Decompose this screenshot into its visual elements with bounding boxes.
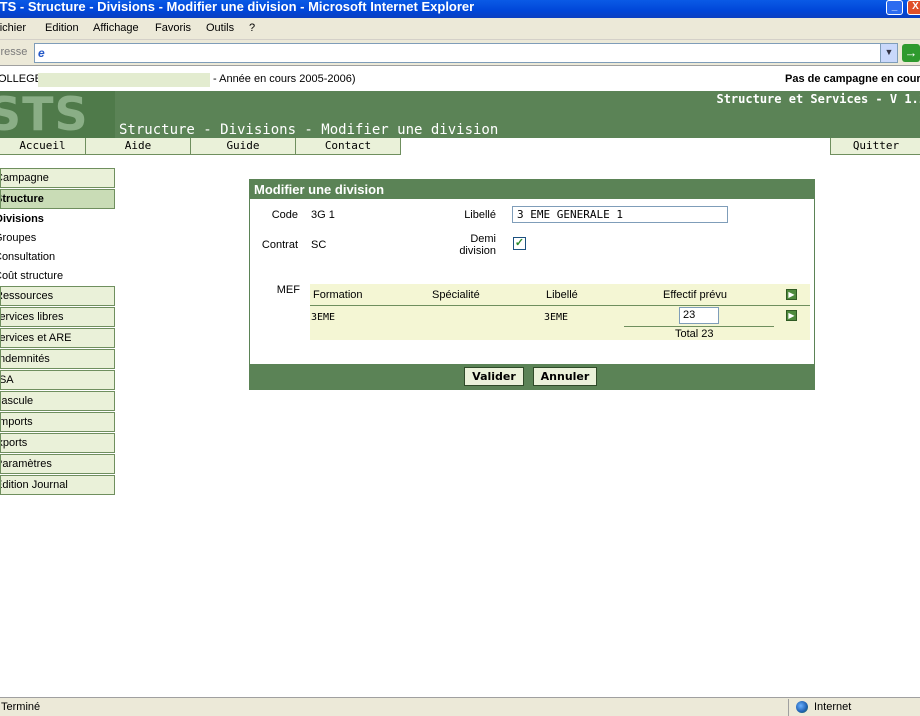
- zone-label: Internet: [814, 701, 852, 713]
- close-button[interactable]: X: [907, 0, 920, 15]
- menu-services-libres[interactable]: Services libres: [0, 307, 115, 327]
- go-arrow-icon[interactable]: →: [902, 44, 920, 62]
- menu-fichier[interactable]: Fichier: [0, 22, 26, 34]
- annuler-button[interactable]: Annuler: [533, 367, 597, 386]
- security-zone: Internet: [788, 699, 920, 716]
- nav-contact[interactable]: Contact: [295, 138, 401, 155]
- row-formation: 3EME: [311, 312, 336, 323]
- demi-label-2: division: [459, 245, 496, 257]
- status-bar: Terminé Internet: [0, 697, 920, 716]
- total-effectif: Total 23: [675, 328, 714, 340]
- menu-indemnites[interactable]: Indemnités: [0, 349, 115, 369]
- submenu-cout-structure[interactable]: Coût structure: [0, 270, 63, 282]
- address-label: Adresse: [0, 46, 28, 58]
- address-input[interactable]: e ▼: [34, 43, 898, 63]
- col-libelle: Libellé: [546, 289, 578, 301]
- app-banner: STS Structure et Services - V 1.1 Struct…: [0, 91, 920, 138]
- mef-label: MEF: [276, 284, 300, 296]
- menu-services-are[interactable]: Services et ARE: [0, 328, 115, 348]
- row-action-icon[interactable]: ▶: [786, 310, 797, 321]
- libelle-label: Libellé: [464, 209, 496, 221]
- add-mef-icon[interactable]: ▶: [786, 289, 797, 300]
- col-specialite: Spécialité: [432, 289, 480, 301]
- submenu-consultation[interactable]: Consultation: [0, 251, 55, 263]
- submenu-divisions[interactable]: Divisions: [0, 213, 44, 225]
- menu-ressources[interactable]: Ressources: [0, 286, 115, 306]
- submenu-groupes[interactable]: Groupes: [0, 232, 36, 244]
- valider-button[interactable]: Valider: [464, 367, 524, 386]
- globe-icon: [796, 701, 808, 713]
- code-label: Code: [271, 209, 298, 221]
- window-title-bar: STS - Structure - Divisions - Modifier u…: [0, 0, 920, 18]
- ie-page-icon: e: [38, 46, 45, 60]
- school-year: - Année en cours 2005-2006): [213, 73, 356, 85]
- page-title: Structure - Divisions - Modifier une div…: [119, 122, 499, 138]
- nav-guide[interactable]: Guide: [190, 138, 296, 155]
- menu-affichage[interactable]: Affichage: [93, 22, 139, 34]
- sts-logo: STS: [0, 91, 115, 138]
- page-content: COLLEGE - Année en cours 2005-2006) Pas …: [0, 67, 920, 697]
- menu-edition[interactable]: Edition: [45, 22, 79, 34]
- menu-campagne[interactable]: Campagne: [0, 168, 115, 188]
- menu-structure[interactable]: Structure: [0, 189, 115, 209]
- nav-accueil[interactable]: Accueil: [0, 138, 86, 155]
- college-name-field: [38, 73, 210, 87]
- address-dropdown-icon[interactable]: ▼: [880, 44, 897, 62]
- code-value: 3G 1: [311, 209, 335, 221]
- menu-bascule[interactable]: Bascule: [0, 391, 115, 411]
- menu-parametres[interactable]: Paramètres: [0, 454, 115, 474]
- effectif-input[interactable]: 23: [679, 307, 719, 324]
- nav-quitter[interactable]: Quitter: [830, 138, 920, 155]
- panel-footer: Valider Annuler: [250, 364, 814, 389]
- window-title: STS - Structure - Divisions - Modifier u…: [0, 0, 475, 14]
- row-libelle: 3EME: [544, 312, 569, 323]
- menu-imports[interactable]: Imports: [0, 412, 115, 432]
- app-version: Structure et Services - V 1.1: [716, 92, 920, 106]
- menu-outils[interactable]: Outils: [206, 22, 234, 34]
- total-divider: [624, 326, 774, 327]
- contrat-value: SC: [311, 239, 327, 251]
- panel-title: Modifier une division: [250, 180, 814, 199]
- libelle-input[interactable]: 3 EME GENERALE 1: [512, 206, 728, 223]
- address-bar: Adresse e ▼ →: [0, 40, 920, 66]
- top-nav: Accueil Aide Guide Contact Quitter: [0, 138, 920, 155]
- demi-label-1: Demi: [470, 233, 496, 245]
- menu-bar: Fichier Edition Affichage Favoris Outils…: [0, 18, 920, 40]
- menu-edition-journal[interactable]: Edition Journal: [0, 475, 115, 495]
- col-formation: Formation: [313, 289, 363, 301]
- mef-table: Formation Spécialité Libellé Effectif pr…: [310, 284, 810, 340]
- demi-division-checkbox[interactable]: ✓: [513, 237, 526, 250]
- minimize-button[interactable]: _: [886, 0, 903, 15]
- menu-help[interactable]: ?: [249, 22, 255, 34]
- nav-aide[interactable]: Aide: [85, 138, 191, 155]
- col-effectif: Effectif prévu: [663, 289, 727, 301]
- menu-hsa[interactable]: HSA: [0, 370, 115, 390]
- menu-favoris[interactable]: Favoris: [155, 22, 191, 34]
- status-text: Terminé: [1, 701, 41, 713]
- menu-exports[interactable]: Exports: [0, 433, 115, 453]
- college-row: COLLEGE - Année en cours 2005-2006) Pas …: [0, 73, 920, 87]
- mef-table-header: Formation Spécialité Libellé Effectif pr…: [310, 284, 810, 306]
- contrat-label: Contrat: [261, 239, 298, 251]
- modifier-division-panel: Modifier une division Code 3G 1 Libellé …: [249, 179, 815, 390]
- campaign-status: Pas de campagne en cours: [785, 73, 920, 85]
- college-label: COLLEGE: [0, 73, 42, 85]
